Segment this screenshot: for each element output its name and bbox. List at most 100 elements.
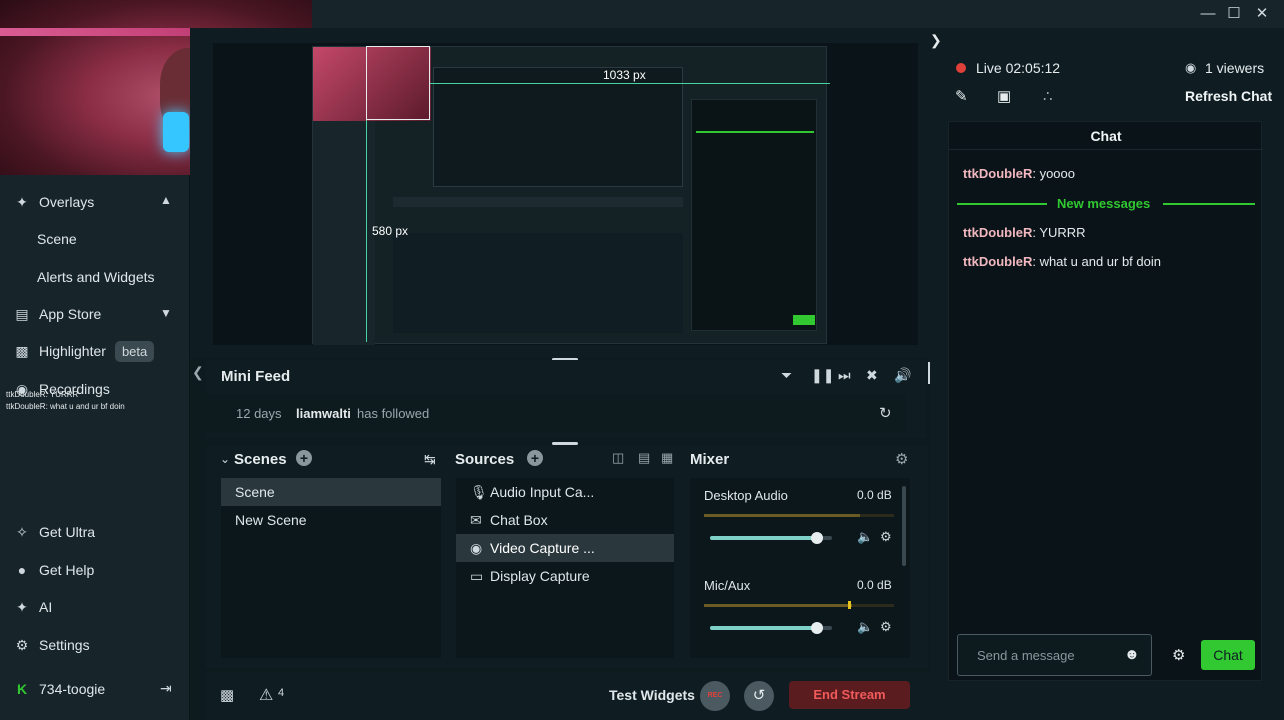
share-icon[interactable]: ∴ (1043, 87, 1053, 105)
alert-icon[interactable]: ⚠ (259, 685, 273, 705)
chevron-down-icon[interactable]: ⌄ (220, 452, 230, 466)
sidebar-item-label: Scene (37, 231, 77, 247)
edit-icon[interactable]: ✎ (955, 87, 968, 105)
sidebar-item-highlighter[interactable]: ▩ Highlighter beta (14, 338, 155, 364)
emoji-icon[interactable]: ☻ (1124, 646, 1140, 663)
sidebar-item-settings[interactable]: ⚙ Settings (14, 632, 90, 658)
source-label: Chat Box (490, 512, 548, 528)
pause-icon[interactable]: ❚❚ (811, 367, 834, 384)
settings-icon: ⚙ (15, 636, 29, 653)
end-stream-button[interactable]: End Stream (789, 681, 910, 709)
mute-alerts-icon[interactable]: ✖ (866, 367, 878, 384)
level-meter (704, 514, 894, 517)
replay-buffer-icon[interactable]: ↺ (744, 681, 774, 711)
maximize-icon[interactable]: ☐ (1223, 4, 1245, 24)
chat-username[interactable]: ttkDoubleR (963, 166, 1032, 181)
speaker-icon[interactable]: 🔈 (857, 619, 873, 635)
sidebar-item-get-help[interactable]: ● Get Help (14, 557, 94, 583)
sidebar-item-app-store[interactable]: ▤ App Store (14, 301, 101, 327)
chat-message: ttkDoubleR: YURRR (963, 225, 1086, 240)
brush-icon: ✦ (16, 193, 28, 210)
gear-icon[interactable]: ⚙ (880, 619, 892, 635)
channel-name: Desktop Audio (704, 488, 788, 503)
skip-icon[interactable]: ⏭ (838, 367, 851, 384)
sidebar-item-overlays[interactable]: ✦ Overlays (14, 189, 94, 215)
source-item[interactable]: 🎙 Audio Input Ca... (456, 478, 674, 506)
ultra-icon: ✧ (16, 523, 28, 540)
chat-panel: Chat ttkDoubleR: yoooo New messages ttkD… (948, 121, 1263, 681)
guide-horizontal (430, 83, 830, 84)
chat-message: ttkDoubleR: yoooo (963, 166, 1075, 181)
source-item[interactable]: ◉ Video Capture ... (456, 534, 674, 562)
chat-input[interactable]: Send a message ☻ (957, 634, 1152, 676)
volume-icon[interactable]: 🔊 (894, 367, 911, 384)
scrollbar[interactable] (902, 486, 906, 566)
collapse-sidebar-icon[interactable]: ❮ (192, 364, 204, 381)
mixer-title: Mixer (690, 451, 730, 468)
sidebar-item-alerts-widgets[interactable]: Alerts and Widgets (37, 264, 155, 290)
slider-knob[interactable] (811, 622, 824, 634)
mini-feed-title: Mini Feed (221, 368, 291, 385)
send-chat-button[interactable]: Chat (1201, 640, 1255, 670)
studio-preview-canvas[interactable]: 1033 px 580 px (213, 43, 918, 345)
source-group-icon[interactable]: ▤ (638, 450, 650, 466)
width-readout: 1033 px (603, 68, 646, 82)
chat-text: : YURRR (1032, 225, 1086, 240)
selection-box[interactable] (366, 46, 430, 120)
chevron-right-icon[interactable]: ❯ (930, 32, 942, 49)
close-icon[interactable]: ✕ (1251, 4, 1273, 24)
scene-item[interactable]: New Scene (221, 506, 441, 534)
source-item[interactable]: ▭ Display Capture (456, 562, 674, 590)
beta-badge: beta (114, 340, 155, 362)
chat-overlay-line: ttkDoubleR: what u and ur bf doin (6, 402, 125, 411)
replay-icon[interactable]: ↻ (879, 404, 892, 422)
sidebar-item-scene[interactable]: Scene (37, 226, 77, 252)
logout-icon[interactable]: ⇥ (160, 680, 172, 697)
speaker-icon[interactable]: 🔈 (857, 529, 873, 545)
sidebar-item-ai[interactable]: ✦ AI (14, 594, 52, 620)
minimize-icon[interactable]: — (1197, 4, 1219, 24)
scene-item[interactable]: Scene (221, 478, 441, 506)
event-time: 12 days (236, 406, 282, 421)
highlighter-icon: ▩ (15, 342, 29, 359)
gear-icon[interactable]: ⚙ (1172, 646, 1185, 664)
resize-handle[interactable] (552, 442, 578, 445)
source-label: Display Capture (490, 568, 590, 584)
chat-message: ttkDoubleR: what u and ur bf doin (963, 254, 1161, 269)
stats-icon[interactable]: ▩ (220, 686, 234, 704)
chat-username[interactable]: ttkDoubleR (963, 254, 1032, 269)
chevron-down-icon[interactable]: ▼ (160, 306, 172, 320)
add-source-icon[interactable]: + (527, 450, 543, 466)
camera-icon[interactable]: ▣ (997, 87, 1011, 105)
sidebar-item-label: App Store (39, 306, 102, 322)
source-options-icon[interactable]: ◫ (612, 450, 624, 466)
gear-icon[interactable]: ⚙ (880, 529, 892, 545)
source-item[interactable]: ✉ Chat Box (456, 506, 674, 534)
chat-text: : yoooo (1032, 166, 1075, 181)
scene-label: Scene (235, 484, 275, 500)
sidebar-item-get-ultra[interactable]: ✧ Get Ultra (14, 519, 95, 545)
sidebar-item-label: AI (39, 599, 53, 615)
chat-text: : what u and ur bf doin (1032, 254, 1161, 269)
sources-list: 🎙 Audio Input Ca... ✉ Chat Box ◉ Video Capt… (456, 478, 674, 658)
chat-overlay: ttkDoubleR: YURRR ttkDoubleR: what u and… (6, 389, 125, 413)
feed-event: 12 days liamwalti has followed ↻ (206, 394, 906, 432)
user-profile[interactable]: K 734-toogie (14, 676, 105, 702)
test-widgets-button[interactable]: Test Widgets (609, 687, 695, 703)
kick-logo-icon: K (16, 681, 28, 697)
refresh-chat-button[interactable]: Refresh Chat (1185, 88, 1272, 104)
slider-knob[interactable] (811, 532, 824, 544)
help-icon: ● (17, 562, 27, 578)
sidebar-item-label: Get Ultra (39, 524, 96, 540)
record-button[interactable]: REC (700, 681, 730, 711)
scenes-dock: ⌄ Scenes + ↹ Scene New Scene (206, 446, 446, 668)
source-label: Audio Input Ca... (490, 484, 595, 500)
scene-transitions-icon[interactable]: ↹ (424, 451, 436, 468)
gear-icon[interactable]: ⚙ (895, 450, 908, 468)
add-scene-icon[interactable]: + (296, 450, 312, 466)
new-messages-divider: New messages (1057, 196, 1151, 211)
folder-icon[interactable]: ▦ (661, 450, 673, 466)
chevron-up-icon[interactable]: ▲ (160, 193, 172, 207)
filter-icon[interactable]: ⏷ (781, 367, 792, 384)
chat-username[interactable]: ttkDoubleR (963, 225, 1032, 240)
